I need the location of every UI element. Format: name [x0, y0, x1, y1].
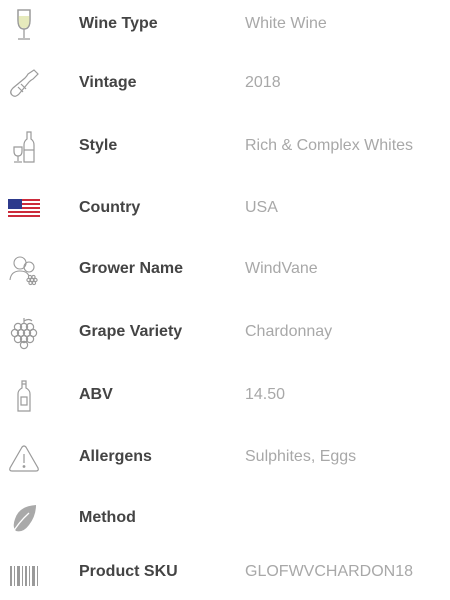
spec-label: Method: [79, 509, 136, 526]
spec-label: Allergens: [79, 448, 152, 465]
spec-row-method: Method: [0, 499, 450, 539]
usa-flag-icon: [6, 191, 42, 227]
warning-icon: [6, 440, 42, 476]
spec-value: GLOFWVCHARDON18: [245, 563, 414, 580]
bottle-icon: [6, 66, 42, 102]
spec-value: WindVane: [245, 260, 318, 277]
spec-row-country: Country USA: [0, 189, 450, 229]
spec-label: Wine Type: [79, 15, 158, 32]
spec-label: ABV: [79, 386, 113, 403]
barcode-icon: [6, 558, 42, 594]
spec-label: Country: [79, 199, 141, 216]
spec-row-allergens: Allergens Sulphites, Eggs: [0, 438, 450, 478]
spec-row-abv: ABV 14.50: [0, 376, 450, 416]
spec-value: USA: [245, 199, 278, 216]
spec-row-style: Style Rich & Complex Whites: [0, 127, 450, 167]
grapes-icon: [6, 315, 42, 351]
spec-row-grower-name: Grower Name WindVane: [0, 250, 450, 290]
spec-row-grape-variety: Grape Variety Chardonnay: [0, 313, 450, 353]
spec-row-product-sku: Product SKU GLOFWVCHARDON18: [0, 560, 450, 600]
spec-label: Product SKU: [79, 563, 178, 580]
abv-bottle-icon: [6, 378, 42, 414]
wine-glass-icon: [6, 7, 42, 43]
spec-row-wine-type: Wine Type White Wine: [0, 5, 450, 45]
spec-value: White Wine: [245, 15, 327, 32]
bottle-and-glass-icon: [6, 129, 42, 165]
spec-label: Vintage: [79, 74, 137, 91]
spec-value: Rich & Complex Whites: [245, 137, 414, 154]
spec-label: Grape Variety: [79, 323, 183, 340]
wine-spec-list: Wine Type White Wine Vintage 2018 Style …: [0, 0, 450, 586]
spec-label: Style: [79, 137, 118, 154]
spec-row-vintage: Vintage 2018: [0, 64, 450, 104]
growers-icon: [6, 252, 42, 288]
spec-value: Chardonnay: [245, 323, 333, 340]
spec-value: 2018: [245, 74, 281, 91]
spec-label: Grower Name: [79, 260, 184, 277]
spec-value: Sulphites, Eggs: [245, 448, 357, 465]
spec-value: 14.50: [245, 386, 286, 403]
leaf-icon: [6, 501, 42, 537]
